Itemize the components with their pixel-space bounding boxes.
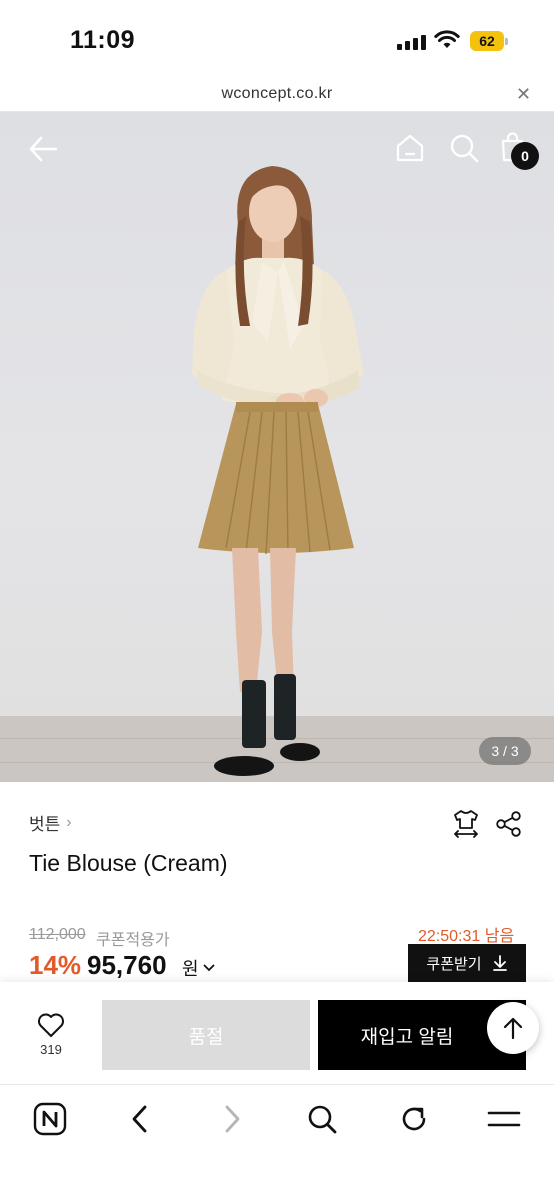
- get-coupon-label[interactable]: 쿠폰받기: [426, 953, 481, 974]
- brand-name[interactable]: 벗튼: [29, 810, 60, 835]
- like-count: 319: [40, 1042, 62, 1057]
- discount-rate: 14%: [29, 950, 82, 980]
- chevron-left-icon[interactable]: [129, 1104, 151, 1134]
- model-photo: [192, 166, 364, 776]
- url-bar[interactable]: wconcept.co.kr ✕: [0, 80, 554, 112]
- browser-forward-button[interactable]: [214, 1101, 250, 1137]
- scroll-to-top-button[interactable]: [487, 1002, 539, 1054]
- currency-label[interactable]: 원: [182, 955, 199, 981]
- browser-menu-button[interactable]: [486, 1101, 522, 1137]
- get-coupon-button[interactable]: 쿠폰받기: [408, 944, 526, 982]
- product-image[interactable]: 0 3 / 3: [0, 112, 554, 782]
- chevron-right-icon[interactable]: [221, 1104, 243, 1134]
- cart-count-badge[interactable]: 0: [511, 142, 539, 170]
- chevron-down-icon[interactable]: [202, 964, 215, 972]
- search-icon[interactable]: [306, 1103, 338, 1135]
- cellular-signal-icon: [397, 34, 426, 50]
- back-arrow-icon[interactable]: [26, 132, 60, 166]
- wifi-icon: [434, 30, 460, 48]
- status-time: 11:09: [70, 26, 136, 54]
- menu-icon[interactable]: [487, 1107, 521, 1131]
- arrow-up-icon[interactable]: [502, 1016, 524, 1040]
- size-guide-icon[interactable]: [452, 808, 480, 838]
- currency-dropdown[interactable]: 원: [182, 955, 215, 981]
- browser-back-button[interactable]: [122, 1101, 158, 1137]
- search-icon[interactable]: [448, 132, 480, 164]
- browser-search-button[interactable]: [304, 1101, 340, 1137]
- coupon-timer: 22:50:31 남음: [418, 928, 515, 945]
- heart-icon[interactable]: [37, 1012, 65, 1038]
- image-counter: 3 / 3: [479, 737, 531, 765]
- battery-icon: 62: [470, 31, 508, 51]
- browser-refresh-button[interactable]: [396, 1101, 432, 1137]
- close-icon[interactable]: ✕: [516, 84, 531, 105]
- coupon-price-label: 쿠폰적용가: [96, 932, 170, 949]
- image-overlay-nav: 0: [0, 112, 554, 192]
- browser-toolbar: [0, 1084, 554, 1200]
- share-icon[interactable]: [495, 810, 523, 838]
- status-bar: 11:09 62: [0, 0, 554, 80]
- sale-price: 95,760: [87, 950, 167, 980]
- product-title: Tie Blouse (Cream): [29, 850, 228, 876]
- refresh-icon[interactable]: [398, 1103, 430, 1135]
- purchase-action-bar: 319 품절 재입고 알림: [0, 982, 554, 1084]
- home-icon[interactable]: [394, 132, 426, 164]
- battery-level: 62: [470, 31, 504, 51]
- brand-link[interactable]: 벗튼 ›: [29, 810, 72, 835]
- download-icon: [492, 955, 507, 971]
- chevron-right-icon: ›: [66, 813, 72, 831]
- url-text[interactable]: wconcept.co.kr: [0, 85, 554, 103]
- soldout-button: 품절: [102, 1000, 310, 1070]
- like-button[interactable]: 319: [30, 1012, 72, 1062]
- naver-n-icon[interactable]: [33, 1102, 67, 1136]
- original-price: 112,000: [29, 926, 86, 943]
- naver-home-button[interactable]: [32, 1101, 68, 1137]
